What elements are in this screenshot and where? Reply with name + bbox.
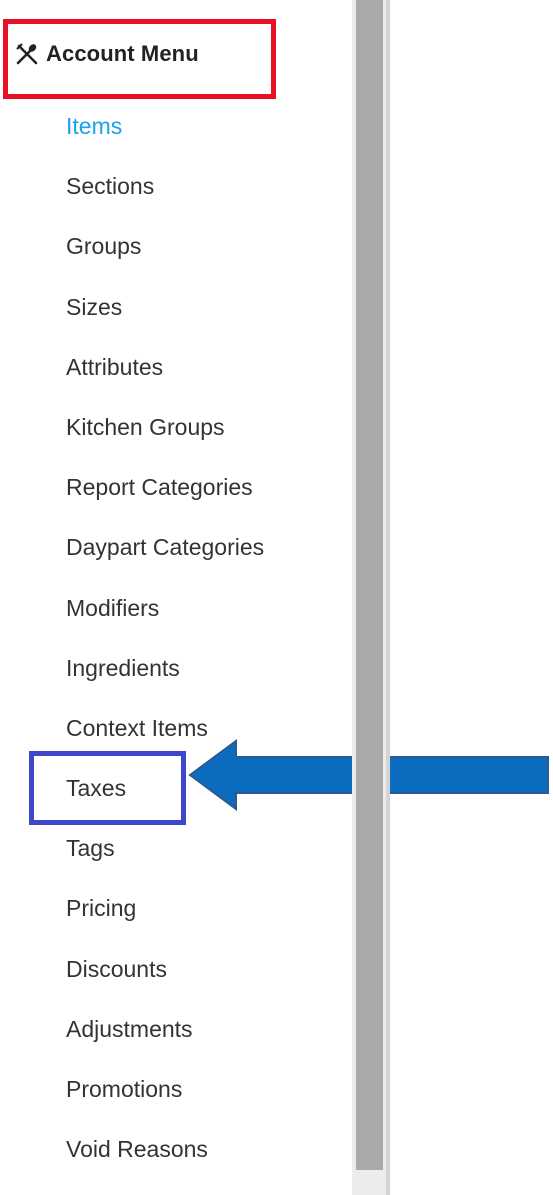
nav-item-sections[interactable]: Sections [66,167,264,227]
page: Account Menu Items Sections Groups Sizes… [0,0,553,1195]
nav-item-void-reasons[interactable]: Void Reasons [66,1130,264,1190]
nav-item-items[interactable]: Items [66,107,264,167]
taxes-highlight-box [29,751,186,825]
nav-item-report-categories[interactable]: Report Categories [66,468,264,528]
nav-item-attributes[interactable]: Attributes [66,348,264,408]
nav-item-adjustments[interactable]: Adjustments [66,1010,264,1070]
scrollbar-thumb[interactable] [356,0,383,1170]
nav-item-discounts[interactable]: Discounts [66,950,264,1010]
header-highlight-box [3,19,276,99]
nav-item-daypart-categories[interactable]: Daypart Categories [66,528,264,588]
account-menu-nav: Items Sections Groups Sizes Attributes K… [66,107,264,1190]
nav-item-ingredients[interactable]: Ingredients [66,649,264,709]
nav-item-modifiers[interactable]: Modifiers [66,589,264,649]
nav-item-pricing[interactable]: Pricing [66,889,264,949]
nav-item-promotions[interactable]: Promotions [66,1070,264,1130]
nav-item-tags[interactable]: Tags [66,829,264,889]
nav-item-groups[interactable]: Groups [66,227,264,287]
nav-item-kitchen-groups[interactable]: Kitchen Groups [66,408,264,468]
panel-divider [386,0,390,1195]
nav-item-sizes[interactable]: Sizes [66,288,264,348]
